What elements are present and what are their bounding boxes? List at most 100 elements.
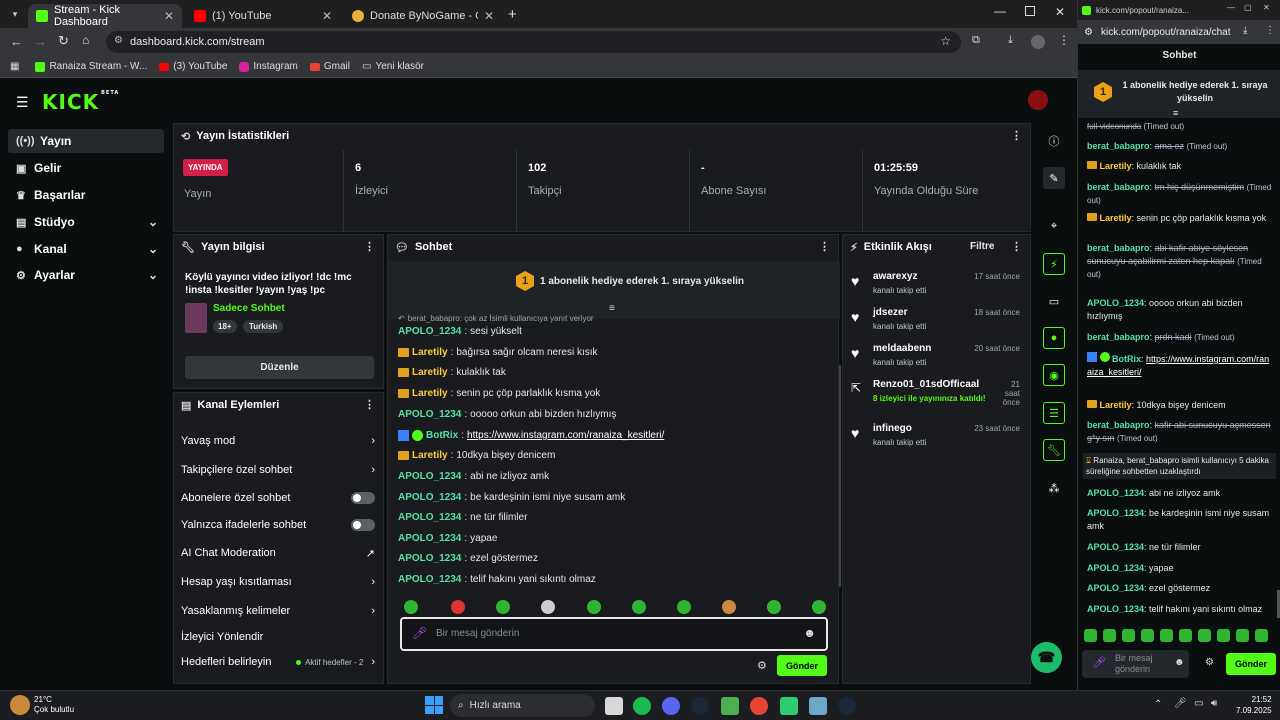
chat-username[interactable]: APOLO_1234 xyxy=(398,533,461,544)
emote-icon[interactable] xyxy=(496,600,510,614)
action-slow-mode[interactable]: Yavaş mod › xyxy=(181,431,375,451)
chat-bubble-icon[interactable]: ● xyxy=(1043,327,1065,349)
action-ai-moderation[interactable]: AI Chat Moderation ↗ xyxy=(181,543,375,563)
pinned-message[interactable]: 1 1 abonelik hediye ederek 1. sıraya yük… xyxy=(388,261,840,319)
menu-icon[interactable]: ⋮ xyxy=(1058,33,1070,47)
maximize-icon[interactable]: ▢ xyxy=(1244,3,1252,12)
emote-icon[interactable] xyxy=(722,600,736,614)
weather-icon[interactable] xyxy=(10,695,30,715)
emote-icon[interactable] xyxy=(404,600,418,614)
file-explorer-icon[interactable] xyxy=(605,697,623,715)
chat-username[interactable]: Laretily xyxy=(1100,400,1132,410)
bookmark-star-icon[interactable]: ☆ xyxy=(940,34,951,48)
menu-icon[interactable]: ⋮ xyxy=(1265,25,1275,36)
steam-icon[interactable] xyxy=(838,697,856,715)
emote-icon[interactable] xyxy=(1103,629,1116,642)
bolt-icon[interactable]: ⚡︎ xyxy=(1043,253,1065,275)
chat-username[interactable]: berat_babapro xyxy=(1087,141,1150,151)
site-info-icon[interactable]: ⚙ xyxy=(114,35,123,46)
chat-scrollbar[interactable] xyxy=(839,365,841,587)
subs-only-toggle[interactable] xyxy=(351,492,375,504)
chat-username[interactable]: APOLO_1234 xyxy=(1087,583,1144,593)
activity-user[interactable]: awarexyz xyxy=(873,271,917,282)
close-tab-icon[interactable]: ✕ xyxy=(164,9,174,23)
popout-address-bar[interactable]: ⚙ kick.com/popout/ranaiza/chat ⤓ ⋮ xyxy=(1078,20,1280,44)
app-icon[interactable] xyxy=(780,697,798,715)
emote-icon[interactable] xyxy=(1236,629,1249,642)
chat-username[interactable]: Laretily xyxy=(1100,161,1132,171)
tab-donate[interactable]: Donate ByNoGame - Gelen/Gi... ✕ xyxy=(344,4,502,28)
windows-start-icon[interactable] xyxy=(425,696,443,714)
sidebar-item-kanal[interactable]: ● Kanal ⌄ xyxy=(8,237,164,261)
bookmark-folder[interactable]: ▭ Yeni klasör xyxy=(362,61,424,72)
send-button[interactable]: Gönder xyxy=(777,655,827,676)
minecraft-icon[interactable] xyxy=(721,697,739,715)
edit-button[interactable]: Düzenle xyxy=(185,356,374,379)
sidebar-item-basarilar[interactable]: ♛ Başarılar xyxy=(8,183,164,207)
more-options-icon[interactable]: ⋮ xyxy=(819,240,830,253)
profile-avatar[interactable] xyxy=(1031,35,1045,49)
app-icon[interactable] xyxy=(809,697,827,715)
minimize-icon[interactable]: — xyxy=(994,4,1006,18)
emote-icon[interactable] xyxy=(1255,629,1268,642)
chat-username[interactable]: APOLO_1234 xyxy=(1087,298,1144,308)
extensions-icon[interactable]: ⧉ xyxy=(972,34,980,47)
chat-username[interactable]: Laretily xyxy=(412,450,448,461)
emote-icon[interactable] xyxy=(767,600,781,614)
activity-user[interactable]: infinego xyxy=(873,423,912,434)
emote-icon[interactable] xyxy=(1198,629,1211,642)
action-account-age[interactable]: Hesap yaşı kısıtlaması › xyxy=(181,572,375,592)
collapse-icon[interactable]: ≡ xyxy=(1173,108,1178,118)
sidebar-item-yayin[interactable]: ((•)) Yayın xyxy=(8,129,164,153)
popout-chat-input[interactable]: 🎤︎ Bir mesaj gönderin ☻ xyxy=(1082,650,1189,678)
apps-icon[interactable]: ▦ xyxy=(10,61,19,72)
emote-icon[interactable] xyxy=(1160,629,1173,642)
close-window-icon[interactable]: ✕ xyxy=(1263,3,1270,12)
emote-icon[interactable] xyxy=(1179,629,1192,642)
emote-icon[interactable] xyxy=(1084,629,1097,642)
popout-pinned-message[interactable]: 1 1 abonelik hediye ederek 1. sıraya yük… xyxy=(1078,70,1280,118)
microphone-icon[interactable]: 🎤︎ xyxy=(1174,698,1187,709)
chat-username[interactable]: APOLO_1234 xyxy=(398,471,461,482)
category-link[interactable]: Sadece Sohbet xyxy=(213,303,285,314)
support-chat-icon[interactable]: ☎︎ xyxy=(1031,642,1062,673)
weather-widget[interactable]: 21°C Çok bulutlu xyxy=(34,695,74,715)
chat-username[interactable]: APOLO_1234 xyxy=(398,492,461,503)
emote-icon[interactable] xyxy=(632,600,646,614)
chat-username[interactable]: APOLO_1234 xyxy=(398,553,461,564)
home-icon[interactable]: ⌂ xyxy=(82,33,89,47)
new-tab-icon[interactable]: + xyxy=(508,6,517,23)
clock[interactable]: 21:52 7.09.2025 xyxy=(1236,694,1272,716)
spotify-icon[interactable] xyxy=(633,697,651,715)
tray-chevron-icon[interactable]: ⌃ xyxy=(1154,699,1162,710)
chat-username[interactable]: APOLO_1234 xyxy=(398,574,461,585)
more-options-icon[interactable]: ⋮ xyxy=(1011,129,1022,142)
action-goals[interactable]: Hedefleri belirleyin Aktif hedefler - 2 › xyxy=(181,652,375,672)
emote-icon[interactable] xyxy=(541,600,555,614)
sidebar-item-ayarlar[interactable]: ⚙ Ayarlar ⌄ xyxy=(8,263,164,287)
chat-username[interactable]: berat_babapro xyxy=(1087,182,1150,192)
chat-username[interactable]: BotRix xyxy=(1112,354,1141,364)
discord-icon[interactable] xyxy=(662,697,680,715)
microphone-icon[interactable]: 🎤︎ xyxy=(1092,656,1106,669)
download-icon[interactable]: ⤓ xyxy=(1008,34,1013,47)
bookmark-ranaiza[interactable]: Ranaiza Stream - W... xyxy=(35,61,147,72)
tools-icon[interactable]: 🔧︎ xyxy=(1043,439,1065,461)
chat-settings-icon[interactable]: ⚙ xyxy=(757,659,767,672)
emote-icon[interactable] xyxy=(587,600,601,614)
broadcast-icon[interactable]: ◉ xyxy=(1043,364,1065,386)
hamburger-icon[interactable]: ☰ xyxy=(16,94,29,111)
emote-icon[interactable] xyxy=(451,600,465,614)
info-icon[interactable]: ⓘ xyxy=(1043,130,1065,152)
chat-username[interactable]: APOLO_1234 xyxy=(1087,488,1144,498)
layers-icon[interactable]: ☰ xyxy=(1043,402,1065,424)
chrome-icon[interactable] xyxy=(750,697,768,715)
pencil-icon[interactable]: ✎ xyxy=(1043,167,1065,189)
activity-user[interactable]: jdsezer xyxy=(873,307,907,318)
document-icon[interactable]: ▭ xyxy=(1043,290,1065,312)
more-options-icon[interactable]: ⋮ xyxy=(1011,240,1022,253)
chat-username[interactable]: APOLO_1234 xyxy=(398,326,461,337)
chat-link[interactable]: https://www.instagram.com/ranaiza_kesitl… xyxy=(467,430,664,441)
taskbar-search[interactable]: ⌕ Hızlı arama xyxy=(450,694,595,717)
emote-icon[interactable] xyxy=(1141,629,1154,642)
